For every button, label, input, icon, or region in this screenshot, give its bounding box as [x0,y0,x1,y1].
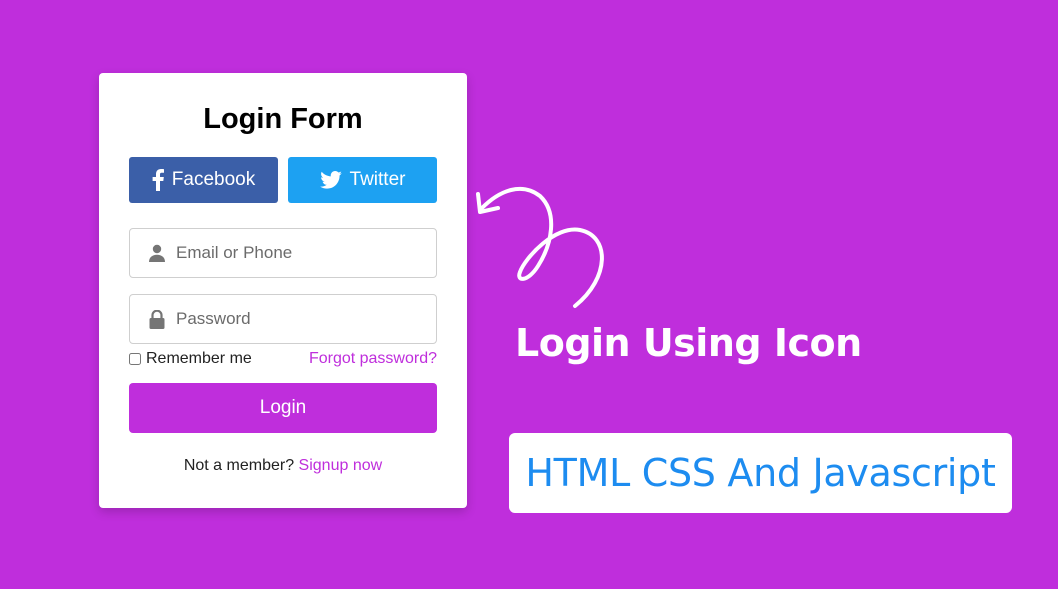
signup-prompt-text: Not a member? [183,457,295,474]
login-card: Login Form Facebook Twitter Email or Pho… [99,73,467,508]
twitter-label: Twitter [349,169,406,190]
email-field [129,228,437,278]
twitter-button[interactable]: Twitter [288,157,437,203]
curly-arrow-icon [476,186,604,308]
form-title: Login Form [203,103,363,135]
facebook-label: Facebook [171,169,256,190]
signup-link[interactable]: Signup now [299,457,383,474]
password-field [129,294,437,344]
remember-label: Remember me [146,350,252,367]
email-input[interactable] [176,229,426,277]
lock-icon [149,309,165,334]
user-icon [149,244,165,267]
remember-me[interactable]: Remember me [129,349,252,369]
signup-prompt: Not a member? Signup now [99,457,467,475]
login-button[interactable]: Login [129,383,437,433]
promo-tagline-box: HTML CSS And Javascript [509,433,1012,513]
password-input[interactable] [176,295,426,343]
promo-headline: Login Using Icon [515,321,862,365]
promo-tagline: HTML CSS And Javascript [525,451,996,495]
facebook-button[interactable]: Facebook [129,157,278,203]
page: Login Form Facebook Twitter Email or Pho… [0,0,1058,589]
twitter-icon [319,171,342,189]
forgot-password-link[interactable]: Forgot password? [309,349,437,369]
facebook-icon [152,169,164,191]
remember-checkbox[interactable] [129,353,141,365]
